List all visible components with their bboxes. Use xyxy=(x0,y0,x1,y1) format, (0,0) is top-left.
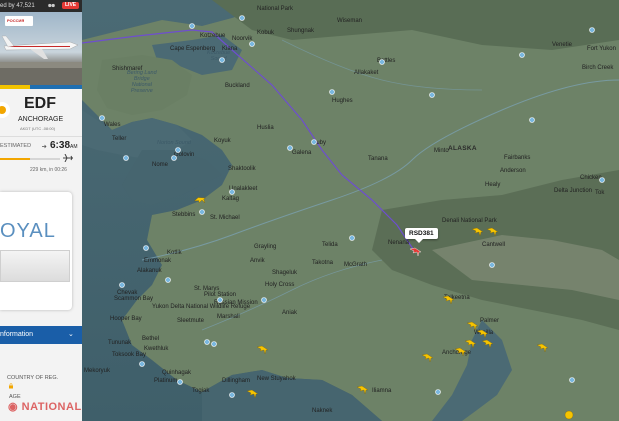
destination-pin-icon xyxy=(0,102,10,118)
ad-text: OYAL xyxy=(0,220,56,242)
country-of-registration-label: COUNTRY OF REG. xyxy=(7,375,59,381)
remaining-distance-time: 229 km, in 00:26 xyxy=(30,167,67,173)
view-count: ed by 47,521 xyxy=(0,3,35,9)
destination-timezone: AKDT (UTC -08:00) xyxy=(20,126,56,131)
flight-progress-bar xyxy=(0,158,60,160)
advertisement-card[interactable]: OYAL xyxy=(0,192,72,310)
destination-city: ANCHORAGE xyxy=(18,116,64,123)
information-label: nformation xyxy=(0,331,34,338)
ad-product-image xyxy=(0,250,70,282)
divider xyxy=(0,136,82,137)
aircraft-photo[interactable]: POCCИЯ xyxy=(0,12,82,85)
watermark-logo: ◉ NATIONAL xyxy=(8,401,82,413)
destination-airport-code: EDF xyxy=(24,95,56,112)
airline-logo: POCCИЯ xyxy=(5,16,33,26)
flight-map[interactable]: ALASKA Bering Land Bridge National Prese… xyxy=(82,0,619,421)
airline-logo-text: POCCИЯ xyxy=(7,18,25,23)
live-badge: LIVE xyxy=(62,2,80,9)
chevron-down-icon: ⌄ xyxy=(68,331,74,338)
selected-aircraft-marker xyxy=(409,247,422,257)
airplane-icon xyxy=(63,154,73,162)
arrival-status-label: ESTIMATED xyxy=(0,143,32,149)
map-overlay xyxy=(99,15,605,420)
flight-details-panel: ed by 47,521 LIVE POCCИЯ EDF ANCHORAGE A… xyxy=(0,0,82,421)
information-section-toggle[interactable]: nformation ⌄ xyxy=(0,326,82,344)
panel-topbar: ed by 47,521 LIVE xyxy=(0,0,82,12)
airline-color-strip xyxy=(0,85,82,89)
estimated-arrival-time: 6:38AM xyxy=(50,140,78,151)
lock-icon xyxy=(9,383,13,389)
selected-flight-callsign-tag[interactable]: RSD381 xyxy=(405,228,438,243)
binoculars-icon xyxy=(48,3,55,8)
aircraft-markers xyxy=(194,197,574,420)
location-pins xyxy=(99,15,605,398)
arrow-right-icon xyxy=(42,144,47,149)
